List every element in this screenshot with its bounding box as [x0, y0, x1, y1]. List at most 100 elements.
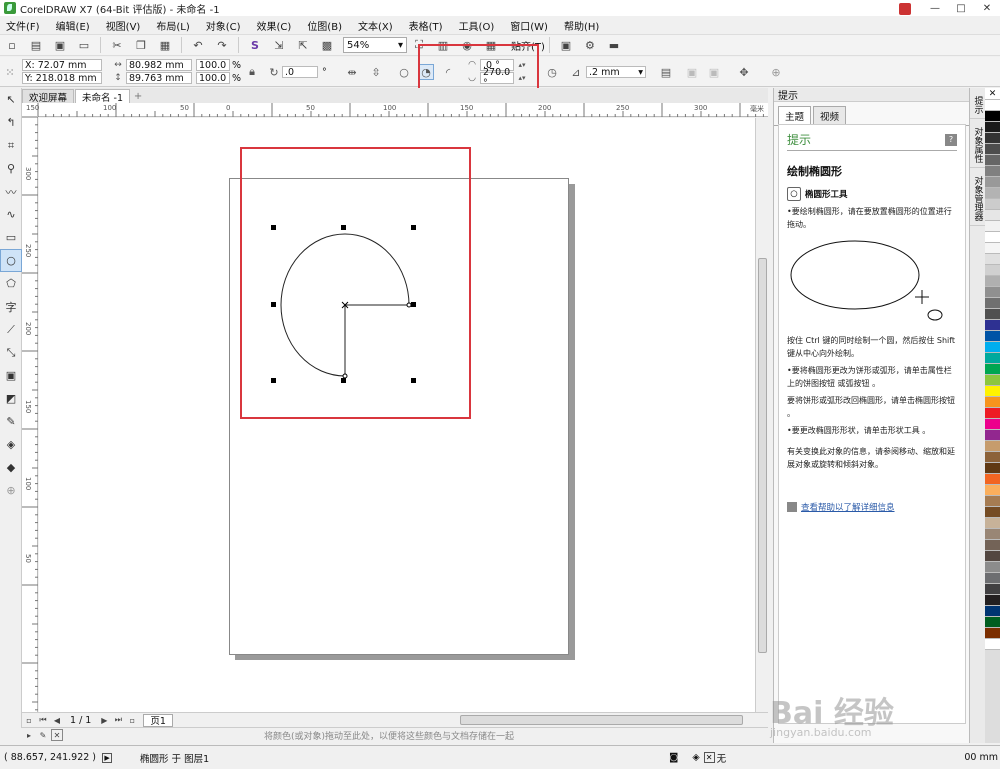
fill-none-swatch[interactable]: ✕	[703, 752, 715, 763]
smart-fill-icon[interactable]: ◆	[0, 456, 22, 479]
color-swatch[interactable]	[985, 573, 1000, 584]
width-field[interactable]: 80.982 mm	[126, 59, 192, 71]
close-button[interactable]: ✕	[974, 0, 1000, 16]
color-swatch[interactable]	[985, 144, 1000, 155]
minimize-button[interactable]: —	[922, 0, 948, 16]
palette-eyedropper-icon[interactable]: ✎	[37, 729, 49, 741]
side-tab-object-manager[interactable]: 对象管理器	[970, 172, 986, 226]
color-swatch[interactable]	[985, 199, 1000, 210]
import-icon[interactable]: ⇲	[269, 36, 289, 54]
color-swatch[interactable]	[985, 309, 1000, 320]
color-swatch[interactable]	[985, 287, 1000, 298]
color-swatch[interactable]	[985, 353, 1000, 364]
handle-middle-right[interactable]	[411, 302, 416, 307]
color-swatch[interactable]	[985, 529, 1000, 540]
color-swatch[interactable]	[985, 485, 1000, 496]
welcome-screen-icon[interactable]: ▣	[556, 36, 576, 54]
color-swatch[interactable]	[985, 474, 1000, 485]
menu-edit[interactable]: 编辑(E)	[48, 18, 98, 33]
color-swatch[interactable]	[985, 419, 1000, 430]
cut-icon[interactable]: ✂	[107, 36, 127, 54]
convert-to-curves-icon[interactable]: ✥	[736, 64, 752, 80]
x-position-field[interactable]: X: 72.07 mm	[22, 59, 102, 71]
color-swatch[interactable]	[985, 606, 1000, 617]
color-swatch[interactable]	[985, 397, 1000, 408]
publish-pdf-icon[interactable]: ▩	[317, 36, 337, 54]
print-icon[interactable]: ▭	[74, 36, 94, 54]
horizontal-ruler[interactable]: 150 100 50 0 50 100 150 200 250 300 毫米	[26, 103, 768, 117]
color-swatch[interactable]	[985, 133, 1000, 144]
parallel-dimension-icon[interactable]: ⟋	[0, 318, 22, 341]
color-swatch[interactable]	[985, 188, 1000, 199]
color-swatch[interactable]	[985, 540, 1000, 551]
search-content-icon[interactable]: S	[245, 36, 265, 54]
horizontal-scrollbar[interactable]	[460, 715, 743, 725]
tab-untitled-1[interactable]: 未命名 -1	[75, 89, 131, 104]
drawing-canvas[interactable]	[39, 118, 755, 712]
handle-top-left[interactable]	[271, 225, 276, 230]
page-tab-1[interactable]: 页1	[143, 713, 173, 727]
menu-bitmaps[interactable]: 位图(B)	[299, 18, 350, 33]
shape-tool-icon[interactable]: ↰	[0, 111, 22, 134]
open-folder-icon[interactable]: ▤	[26, 36, 46, 54]
color-swatch[interactable]	[985, 595, 1000, 606]
polygon-tool-icon[interactable]: ⬠	[0, 272, 22, 295]
color-swatch[interactable]	[985, 617, 1000, 628]
vertical-scrollbar[interactable]	[755, 118, 768, 712]
connector-tool-icon[interactable]: ⤡	[0, 341, 22, 364]
add-page-icon[interactable]: ▫	[23, 714, 35, 726]
color-swatch[interactable]	[985, 155, 1000, 166]
artistic-media-icon[interactable]: ∿	[0, 203, 22, 226]
color-swatch[interactable]	[985, 518, 1000, 529]
color-swatch[interactable]	[985, 111, 1000, 122]
color-swatch[interactable]	[985, 430, 1000, 441]
tab-welcome-screen[interactable]: 欢迎屏幕	[22, 89, 75, 104]
scale-y-field[interactable]: 100.0	[196, 72, 230, 84]
menu-effects[interactable]: 效果(C)	[249, 18, 300, 33]
account-icon[interactable]	[896, 0, 922, 16]
mirror-vertical-icon[interactable]: ⇳	[368, 64, 384, 80]
drop-shadow-icon[interactable]: ▣	[0, 364, 22, 387]
handle-top-center[interactable]	[341, 225, 346, 230]
copy-icon[interactable]: ❐	[131, 36, 151, 54]
to-back-icon[interactable]: ▣	[706, 64, 722, 80]
interactive-fill-icon[interactable]: ◈	[0, 433, 22, 456]
tab-topics[interactable]: 主题	[778, 106, 812, 125]
color-swatch[interactable]	[985, 100, 1000, 111]
ellipse-mode-icon[interactable]: ○	[396, 64, 412, 80]
handle-bottom-center[interactable]	[341, 378, 346, 383]
vertical-ruler[interactable]: 300 250 200 150 100 50	[22, 117, 38, 713]
outline-width-select[interactable]: .2 mm ▾	[586, 66, 646, 78]
arc-start-node[interactable]	[342, 373, 348, 379]
handle-bottom-right[interactable]	[411, 378, 416, 383]
color-swatch[interactable]	[985, 243, 1000, 254]
handle-top-right[interactable]	[411, 225, 416, 230]
tab-videos[interactable]: 视频	[813, 106, 847, 125]
add-tab-icon[interactable]: +	[131, 90, 145, 103]
paste-icon[interactable]: ▦	[155, 36, 175, 54]
no-color-swatch[interactable]: ✕	[51, 729, 63, 741]
lock-ratio-icon[interactable]: 🔒︎	[244, 64, 260, 80]
last-page-icon[interactable]: ⏭	[112, 714, 124, 726]
color-swatch[interactable]	[985, 221, 1000, 232]
crop-tool-icon[interactable]: ⌗	[0, 134, 22, 157]
application-launcher-icon[interactable]: ▬	[604, 36, 624, 54]
object-origin-icon[interactable]: ⁙	[2, 64, 18, 80]
color-swatch[interactable]	[985, 342, 1000, 353]
color-swatch[interactable]	[985, 375, 1000, 386]
color-swatch[interactable]	[985, 298, 1000, 309]
menu-window[interactable]: 窗口(W)	[502, 18, 556, 33]
color-swatch[interactable]	[985, 331, 1000, 342]
color-swatch[interactable]	[985, 496, 1000, 507]
export-icon[interactable]: ⇱	[293, 36, 313, 54]
new-document-icon[interactable]: ▫	[2, 36, 22, 54]
options-icon[interactable]: ⚙	[580, 36, 600, 54]
text-tool-icon[interactable]: 字	[0, 295, 22, 318]
help-icon[interactable]: ?	[945, 133, 957, 146]
color-swatch[interactable]	[985, 386, 1000, 397]
play-icon[interactable]: ▶	[102, 752, 113, 763]
freehand-tool-icon[interactable]: 〰	[0, 180, 22, 203]
menu-text[interactable]: 文本(X)	[350, 18, 401, 33]
handle-bottom-left[interactable]	[271, 378, 276, 383]
maximize-button[interactable]: □	[948, 0, 974, 16]
